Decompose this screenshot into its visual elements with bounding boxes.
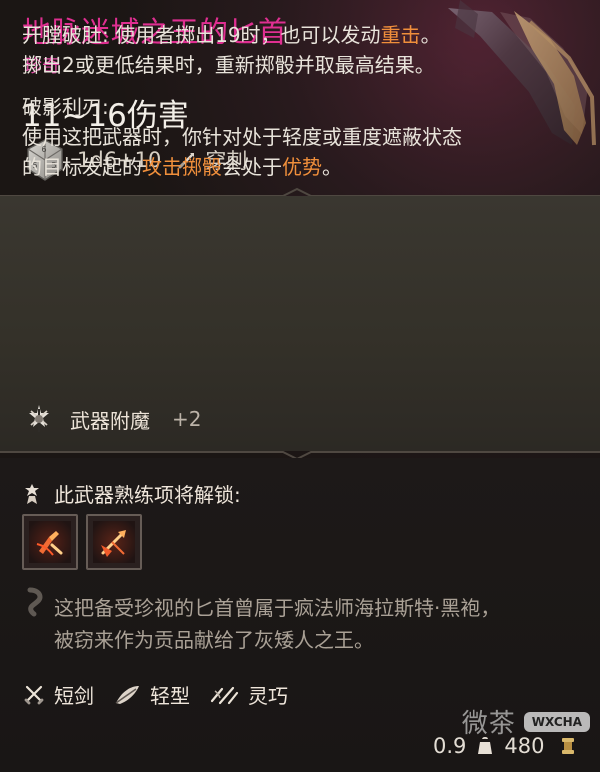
unlock-row: 此武器熟练项将解锁: — [22, 479, 241, 508]
item-tooltip-card: 地脉迷城之王的匕首 珍奇 11~16伤害 6 5 5 1d6+10 穿刺 开膛破… — [0, 0, 600, 772]
tag-label-1: 短剑 — [54, 684, 94, 708]
item-price: 480 — [504, 734, 545, 758]
lore-line-1: 这把备受珍视的匕首曾属于疯法师海拉斯特·黑袍， — [54, 596, 501, 620]
crossed-daggers-icon — [24, 685, 44, 704]
tag-label-3: 灵巧 — [248, 684, 288, 708]
skill-slot-2[interactable] — [86, 514, 142, 570]
tag-label-2: 轻型 — [150, 684, 190, 708]
effect-highlight-critical: 重击 — [380, 23, 421, 47]
effect-line-2a: 使用这把武器时，你针对处于轻度或重度遮蔽状态 — [22, 125, 462, 149]
lore-icon — [27, 587, 43, 617]
enchant-icon — [29, 405, 49, 432]
effect-line-2b-prefix: 的目标发起的 — [22, 155, 142, 179]
skill-slash-icon — [29, 521, 71, 563]
effect-highlight-advantage: 优势 — [282, 155, 322, 179]
skill-pierce-icon — [93, 521, 135, 563]
tag-light: 轻型 — [112, 680, 190, 709]
lore-text: 这把备受珍视的匕首曾属于疯法师海拉斯特·黑袍， 被窃来作为贡品献给了灰矮人之王。 — [54, 592, 574, 656]
skill-slot-1[interactable] — [22, 514, 78, 570]
item-weight: 0.9 — [433, 734, 467, 758]
tag-dagger: 短剑 — [22, 680, 94, 709]
enchantment-label: 武器附魔 — [70, 408, 150, 433]
unlock-icon — [25, 483, 39, 504]
effect-highlight-attack-roll: 攻击掷骰 — [142, 155, 222, 179]
effect-name-1: 开膛破肚 — [22, 23, 102, 47]
effect-block-2: 破影利刃: 使用这把武器时，你针对处于轻度或重度遮蔽状态 的目标发起的攻击掷骰会… — [22, 92, 577, 182]
feather-icon — [115, 685, 139, 704]
effect-text-1a: 使用者掷出19时，也可以发动 — [115, 23, 381, 47]
agile-icon — [210, 686, 239, 704]
coin-icon — [561, 738, 574, 754]
tag-finesse: 灵巧 — [208, 680, 288, 709]
effect-block-1: 开膛破肚: 使用者掷出19时，也可以发动重击。 掷出2或更低结果时，重新掷骰并取… — [22, 20, 577, 80]
effect-name-2: 破影利刃: — [22, 95, 109, 119]
unlock-skills — [22, 514, 142, 570]
item-footer: 0.9 480 — [433, 734, 577, 758]
effect-line-1b: 掷出2或更低结果时，重新掷骰并取最高结果。 — [22, 53, 435, 77]
unlock-label: 此武器熟练项将解锁: — [54, 483, 241, 507]
effect-line-2b-middle: 会处于 — [222, 155, 282, 179]
watermark-en: WXCHA — [523, 711, 590, 732]
effect-text-1b: 。 — [420, 23, 441, 47]
weight-icon — [478, 736, 493, 754]
effect-line-2b-suffix: 。 — [322, 155, 342, 179]
enchantment-row: 武器附魔 +2 — [22, 402, 201, 436]
lore-line-2: 被窃来作为贡品献给了灰矮人之王。 — [54, 628, 374, 652]
enchantment-value: +2 — [172, 407, 202, 431]
weapon-tags: 短剑 轻型 灵巧 — [22, 680, 288, 709]
